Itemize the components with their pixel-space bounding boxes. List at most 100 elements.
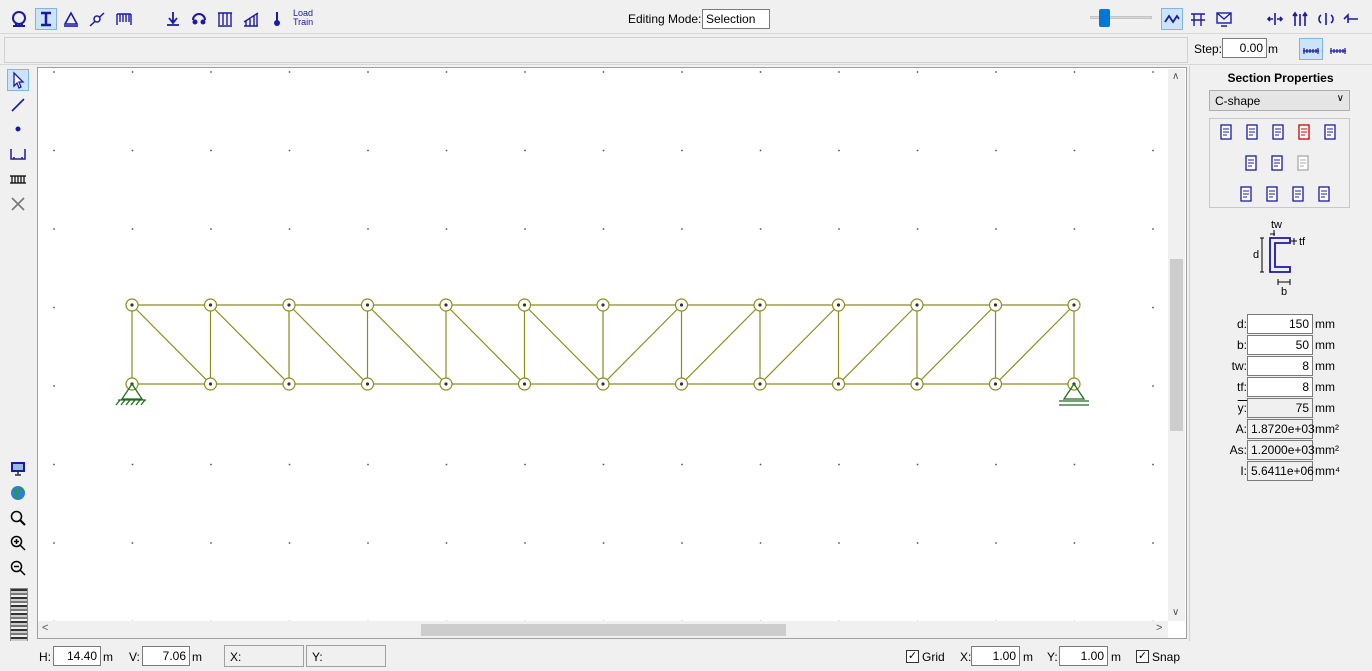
truss-node[interactable] [360, 298, 375, 312]
truss-node[interactable] [674, 377, 689, 391]
truss-member[interactable] [838, 304, 918, 385]
truss-node[interactable] [1067, 298, 1081, 312]
axial-force-icon[interactable] [1264, 8, 1286, 30]
truss-node[interactable] [125, 298, 139, 312]
load-train-button[interactable]: Load Train [293, 9, 317, 27]
section-prop-value[interactable]: 8 [1247, 377, 1313, 397]
zoom-out-icon[interactable] [7, 557, 29, 579]
section-prop-value[interactable]: 50 [1247, 335, 1313, 355]
mirror-vertical-icon[interactable] [1263, 185, 1281, 203]
truss-node[interactable] [831, 377, 846, 391]
bending-moment-icon[interactable] [1315, 8, 1337, 30]
truss-member[interactable] [524, 304, 604, 385]
section-prop-value[interactable]: 150 [1247, 314, 1313, 334]
truss-node[interactable] [203, 377, 218, 391]
globe-icon[interactable] [7, 482, 29, 504]
delete-icon[interactable] [7, 193, 29, 215]
zoom-slider-thumb[interactable] [1099, 9, 1110, 27]
truss-node[interactable] [988, 377, 1003, 391]
scroll-up-arrow-icon[interactable]: ∧ [1172, 71, 1179, 82]
moment-load-icon[interactable] [188, 8, 210, 30]
delete-section-icon[interactable] [1295, 123, 1313, 141]
copy-section-icon[interactable] [1321, 123, 1339, 141]
support-tool-icon[interactable] [7, 143, 29, 165]
load-tool-icon[interactable] [7, 168, 29, 190]
point-load-icon[interactable] [162, 8, 184, 30]
structure-icon[interactable] [8, 8, 30, 30]
truss-node[interactable] [282, 377, 296, 391]
truss-member[interactable] [995, 304, 1075, 385]
truss-member[interactable] [288, 304, 368, 385]
truss-node[interactable] [282, 298, 296, 312]
truss-member[interactable] [759, 304, 839, 385]
grid-checkbox[interactable]: ✓ [906, 650, 919, 663]
node-point-icon[interactable] [7, 118, 29, 140]
support-icon[interactable] [60, 8, 82, 30]
import-section-icon[interactable] [1269, 123, 1287, 141]
hinge-icon[interactable] [86, 8, 108, 30]
truss-node[interactable] [753, 377, 767, 391]
truss-node[interactable] [203, 298, 218, 312]
pinned-support-ground[interactable] [115, 399, 146, 406]
ruler-coarse-icon[interactable] [1326, 38, 1350, 60]
select-arrow-icon[interactable] [7, 69, 29, 91]
envelope-icon[interactable] [1213, 8, 1235, 30]
truss-member[interactable] [916, 304, 996, 385]
truss-member[interactable] [210, 304, 290, 385]
draw-line-icon[interactable] [7, 94, 29, 116]
truss-node[interactable] [988, 298, 1003, 312]
shear-force-icon[interactable] [1289, 8, 1311, 30]
v-field[interactable]: 7.06 [142, 646, 190, 666]
rotate-cw-icon[interactable] [1315, 185, 1333, 203]
truss-member[interactable] [445, 304, 525, 385]
truss-node[interactable] [596, 377, 610, 391]
step-input[interactable]: 0.00 [1222, 38, 1267, 58]
vertical-scroll-thumb[interactable] [1170, 259, 1183, 431]
truss-member[interactable] [367, 304, 447, 385]
save-section-icon[interactable] [1243, 123, 1261, 141]
shape-select[interactable]: C-shape ∨ [1209, 90, 1350, 111]
deformed-shape-icon[interactable] [1161, 8, 1183, 30]
mirror-horizontal-icon[interactable] [1237, 185, 1255, 203]
influence-line-icon[interactable] [1340, 8, 1362, 30]
monitor-icon[interactable] [7, 457, 29, 479]
truss-node[interactable] [753, 298, 767, 312]
assign-all-icon[interactable] [1268, 154, 1286, 172]
rotate-ccw-icon[interactable] [1289, 185, 1307, 203]
assign-section-icon[interactable] [1242, 154, 1260, 172]
truss-member[interactable] [681, 304, 761, 385]
frame-results-icon[interactable] [1187, 8, 1209, 30]
scroll-right-arrow-icon[interactable]: > [1156, 622, 1162, 634]
roller-support-ground[interactable] [1059, 400, 1089, 406]
section-icon[interactable] [35, 8, 57, 30]
truss-node[interactable] [910, 377, 924, 391]
zoom-in-icon[interactable] [7, 532, 29, 554]
truss-drawing[interactable] [38, 68, 1166, 623]
truss-node[interactable] [360, 377, 375, 391]
truss-node[interactable] [439, 298, 453, 312]
ruler-fine-icon[interactable] [1299, 38, 1323, 60]
h-field[interactable]: 14.40 [53, 646, 101, 666]
truss-member[interactable] [602, 304, 682, 385]
truss-node[interactable] [517, 377, 532, 391]
scroll-left-arrow-icon[interactable]: < [42, 622, 48, 634]
scroll-down-arrow-icon[interactable]: ∨ [1172, 607, 1179, 618]
editing-mode-field[interactable]: Selection [702, 9, 770, 29]
truss-node[interactable] [439, 377, 453, 391]
truss-node[interactable] [517, 298, 532, 312]
truss-node[interactable] [596, 298, 610, 312]
new-section-icon[interactable] [1217, 123, 1235, 141]
truss-node[interactable] [674, 298, 689, 312]
horizontal-scroll-thumb[interactable] [421, 624, 786, 636]
zoom-icon[interactable] [7, 507, 29, 529]
vertical-scrollbar[interactable]: ∧ ∨ [1168, 69, 1185, 621]
horizontal-scrollbar[interactable]: < > [38, 621, 1168, 638]
truss-icon[interactable] [113, 8, 135, 30]
section-prop-value[interactable]: 8 [1247, 356, 1313, 376]
distributed-load-icon[interactable] [214, 8, 236, 30]
temperature-load-icon[interactable] [266, 8, 288, 30]
truss-node[interactable] [831, 298, 846, 312]
grid-y-field[interactable]: 1.00 [1059, 646, 1108, 666]
trapezoid-load-icon[interactable] [240, 8, 262, 30]
zoom-slider[interactable] [1090, 9, 1152, 27]
